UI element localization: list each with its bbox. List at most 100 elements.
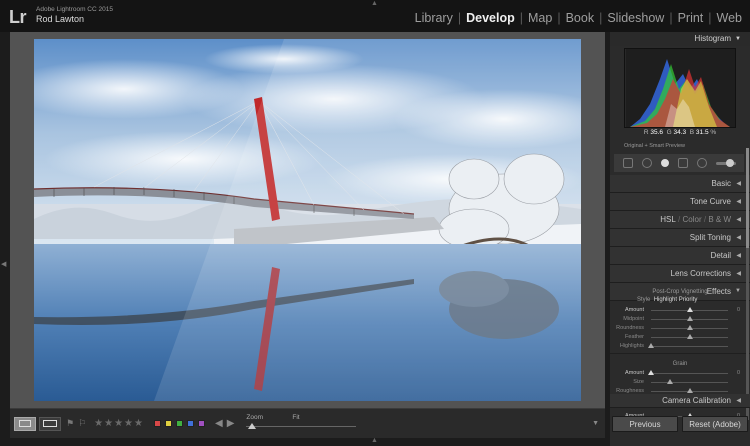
panel-hsl[interactable]: HSL / Color / B & W ◀: [610, 211, 750, 229]
before-after-button[interactable]: [39, 416, 61, 431]
reset-button[interactable]: Reset (Adobe): [682, 416, 748, 432]
histogram-header[interactable]: Histogram ▼: [610, 32, 750, 46]
toolbar-menu-icon[interactable]: ▼: [592, 420, 599, 427]
spot-removal-icon[interactable]: [641, 158, 652, 168]
module-web[interactable]: Web: [713, 11, 746, 25]
color-label-swatch[interactable]: [197, 420, 205, 427]
slider-label: Highlights: [619, 343, 644, 349]
slider-thumb[interactable]: [648, 370, 654, 375]
tool-strip: [614, 154, 744, 172]
module-book[interactable]: Book: [562, 11, 599, 25]
slider-thumb[interactable]: [686, 325, 693, 330]
module-slideshow[interactable]: Slideshow: [603, 11, 668, 25]
right-panel: Histogram ▼ R 35.6 G 34.3 B 31.5 % Origi…: [610, 32, 750, 446]
histogram-graph[interactable]: [624, 48, 736, 128]
slider-row[interactable]: Roundness: [614, 324, 740, 333]
collapse-triangle-icon: ▼: [735, 36, 741, 42]
collapse-triangle-icon: ◀: [736, 271, 741, 277]
star-rating[interactable]: ★★★★★: [94, 418, 144, 429]
vignette-title: Post-Crop Vignetting: [652, 289, 708, 295]
flag-icon[interactable]: ⚑: [66, 418, 74, 429]
panel-buttons: Previous Reset (Adobe): [610, 416, 750, 438]
slider-label: Amount: [625, 307, 644, 313]
module-library[interactable]: Library: [411, 11, 457, 25]
slider-row[interactable]: Feather: [614, 333, 740, 342]
slider-row[interactable]: Highlights: [614, 342, 740, 351]
zoom-slider-thumb[interactable]: [248, 422, 257, 429]
slider-row[interactable]: Amount 0: [614, 306, 740, 315]
module-develop[interactable]: Develop: [462, 11, 519, 25]
previous-photo-icon[interactable]: ◀: [215, 418, 223, 429]
histogram-title: Histogram: [694, 34, 731, 43]
module-print[interactable]: Print: [674, 11, 708, 25]
slider-thumb[interactable]: [648, 343, 654, 348]
tab-color[interactable]: Color: [683, 215, 702, 224]
slider-row[interactable]: Midpoint: [614, 315, 740, 324]
module-map[interactable]: Map: [524, 11, 556, 25]
tab-bw[interactable]: B & W: [708, 215, 731, 224]
collapse-triangle-icon: ◀: [736, 398, 741, 404]
collapse-triangle-icon: ◀: [736, 253, 741, 259]
color-label-swatch[interactable]: [164, 420, 172, 427]
module-picker: Library | Develop | Map | Book | Slideshow | Print…: [411, 11, 746, 25]
image-canvas: [10, 32, 605, 408]
slider-row[interactable]: Amount 0: [614, 369, 740, 378]
panel-lens-corrections[interactable]: Lens Corrections ◀: [610, 265, 750, 283]
filmstrip-toolbar: ⚑ ⚐ ★★★★★ ◀ ▶ Zoom Fit ▼: [10, 408, 605, 438]
before-after-icon: [43, 420, 57, 427]
next-photo-icon[interactable]: ▶: [227, 418, 235, 429]
identity-plate: Rod Lawton: [36, 14, 85, 24]
color-label-swatch[interactable]: [175, 420, 183, 427]
top-bar: ▲ Lr Adobe Lightroom CC 2015 Rod Lawton …: [0, 0, 750, 32]
expand-left-panel-icon[interactable]: ◀: [1, 260, 6, 268]
slider-thumb[interactable]: [686, 307, 693, 312]
panel-split-toning[interactable]: Split Toning ◀: [610, 229, 750, 247]
slider-thumb[interactable]: [686, 388, 693, 393]
panel-tone-curve[interactable]: Tone Curve ◀: [610, 193, 750, 211]
slider-thumb[interactable]: [686, 334, 693, 339]
slider-label: Roundness: [616, 325, 644, 331]
slider-thumb[interactable]: [667, 379, 674, 384]
vignette-style[interactable]: Style Highlight Priority: [610, 297, 750, 303]
loupe-icon: [19, 420, 31, 427]
previous-button[interactable]: Previous: [612, 416, 678, 432]
smart-preview-status: Original + Smart Preview: [624, 143, 685, 149]
slider-thumb[interactable]: [686, 316, 693, 321]
slider-row[interactable]: Size: [614, 378, 740, 387]
grain-title: Grain: [672, 361, 688, 367]
slider-value[interactable]: 0: [737, 370, 740, 376]
panel-scrollbar[interactable]: [746, 148, 749, 420]
slider-label: Amount: [625, 370, 644, 376]
zoom-slider-track[interactable]: [246, 425, 357, 427]
collapse-top-panel-icon[interactable]: ▲: [371, 0, 378, 7]
color-labels: [153, 420, 209, 427]
slider-value[interactable]: 0: [737, 307, 740, 313]
slider-track[interactable]: [651, 373, 728, 374]
color-label-swatch[interactable]: [153, 420, 161, 427]
radial-filter-icon[interactable]: [696, 158, 707, 168]
fit-label[interactable]: Fit: [292, 414, 299, 421]
collapse-filmstrip-icon[interactable]: ▲: [371, 437, 378, 444]
panel-camera-calibration[interactable]: Camera Calibration ◀: [610, 394, 750, 408]
collapse-triangle-icon: ◀: [736, 199, 741, 205]
collapse-triangle-icon: ◀: [736, 181, 741, 187]
scrollbar-thumb[interactable]: [746, 148, 749, 248]
adjustment-brush-icon[interactable]: [715, 158, 736, 167]
graduated-filter-icon[interactable]: [677, 158, 688, 168]
slider-label: Feather: [625, 334, 644, 340]
panel-basic[interactable]: Basic ◀: [610, 175, 750, 193]
tab-hsl[interactable]: HSL: [660, 215, 676, 224]
color-label-swatch[interactable]: [186, 420, 194, 427]
loupe-view-button[interactable]: [14, 416, 36, 431]
slider-track[interactable]: [651, 382, 728, 383]
red-eye-icon[interactable]: [660, 159, 669, 167]
reject-flag-icon[interactable]: ⚐: [78, 418, 86, 429]
left-panel-collapsed: ◀: [0, 32, 10, 446]
slider-track[interactable]: [651, 346, 728, 347]
panel-detail[interactable]: Detail ◀: [610, 247, 750, 265]
divider: [610, 353, 750, 354]
crop-tool-icon[interactable]: [622, 158, 633, 168]
photo-preview[interactable]: [34, 39, 581, 401]
zoom-control[interactable]: Zoom Fit: [246, 413, 357, 435]
collapse-triangle-icon: ◀: [736, 235, 741, 241]
